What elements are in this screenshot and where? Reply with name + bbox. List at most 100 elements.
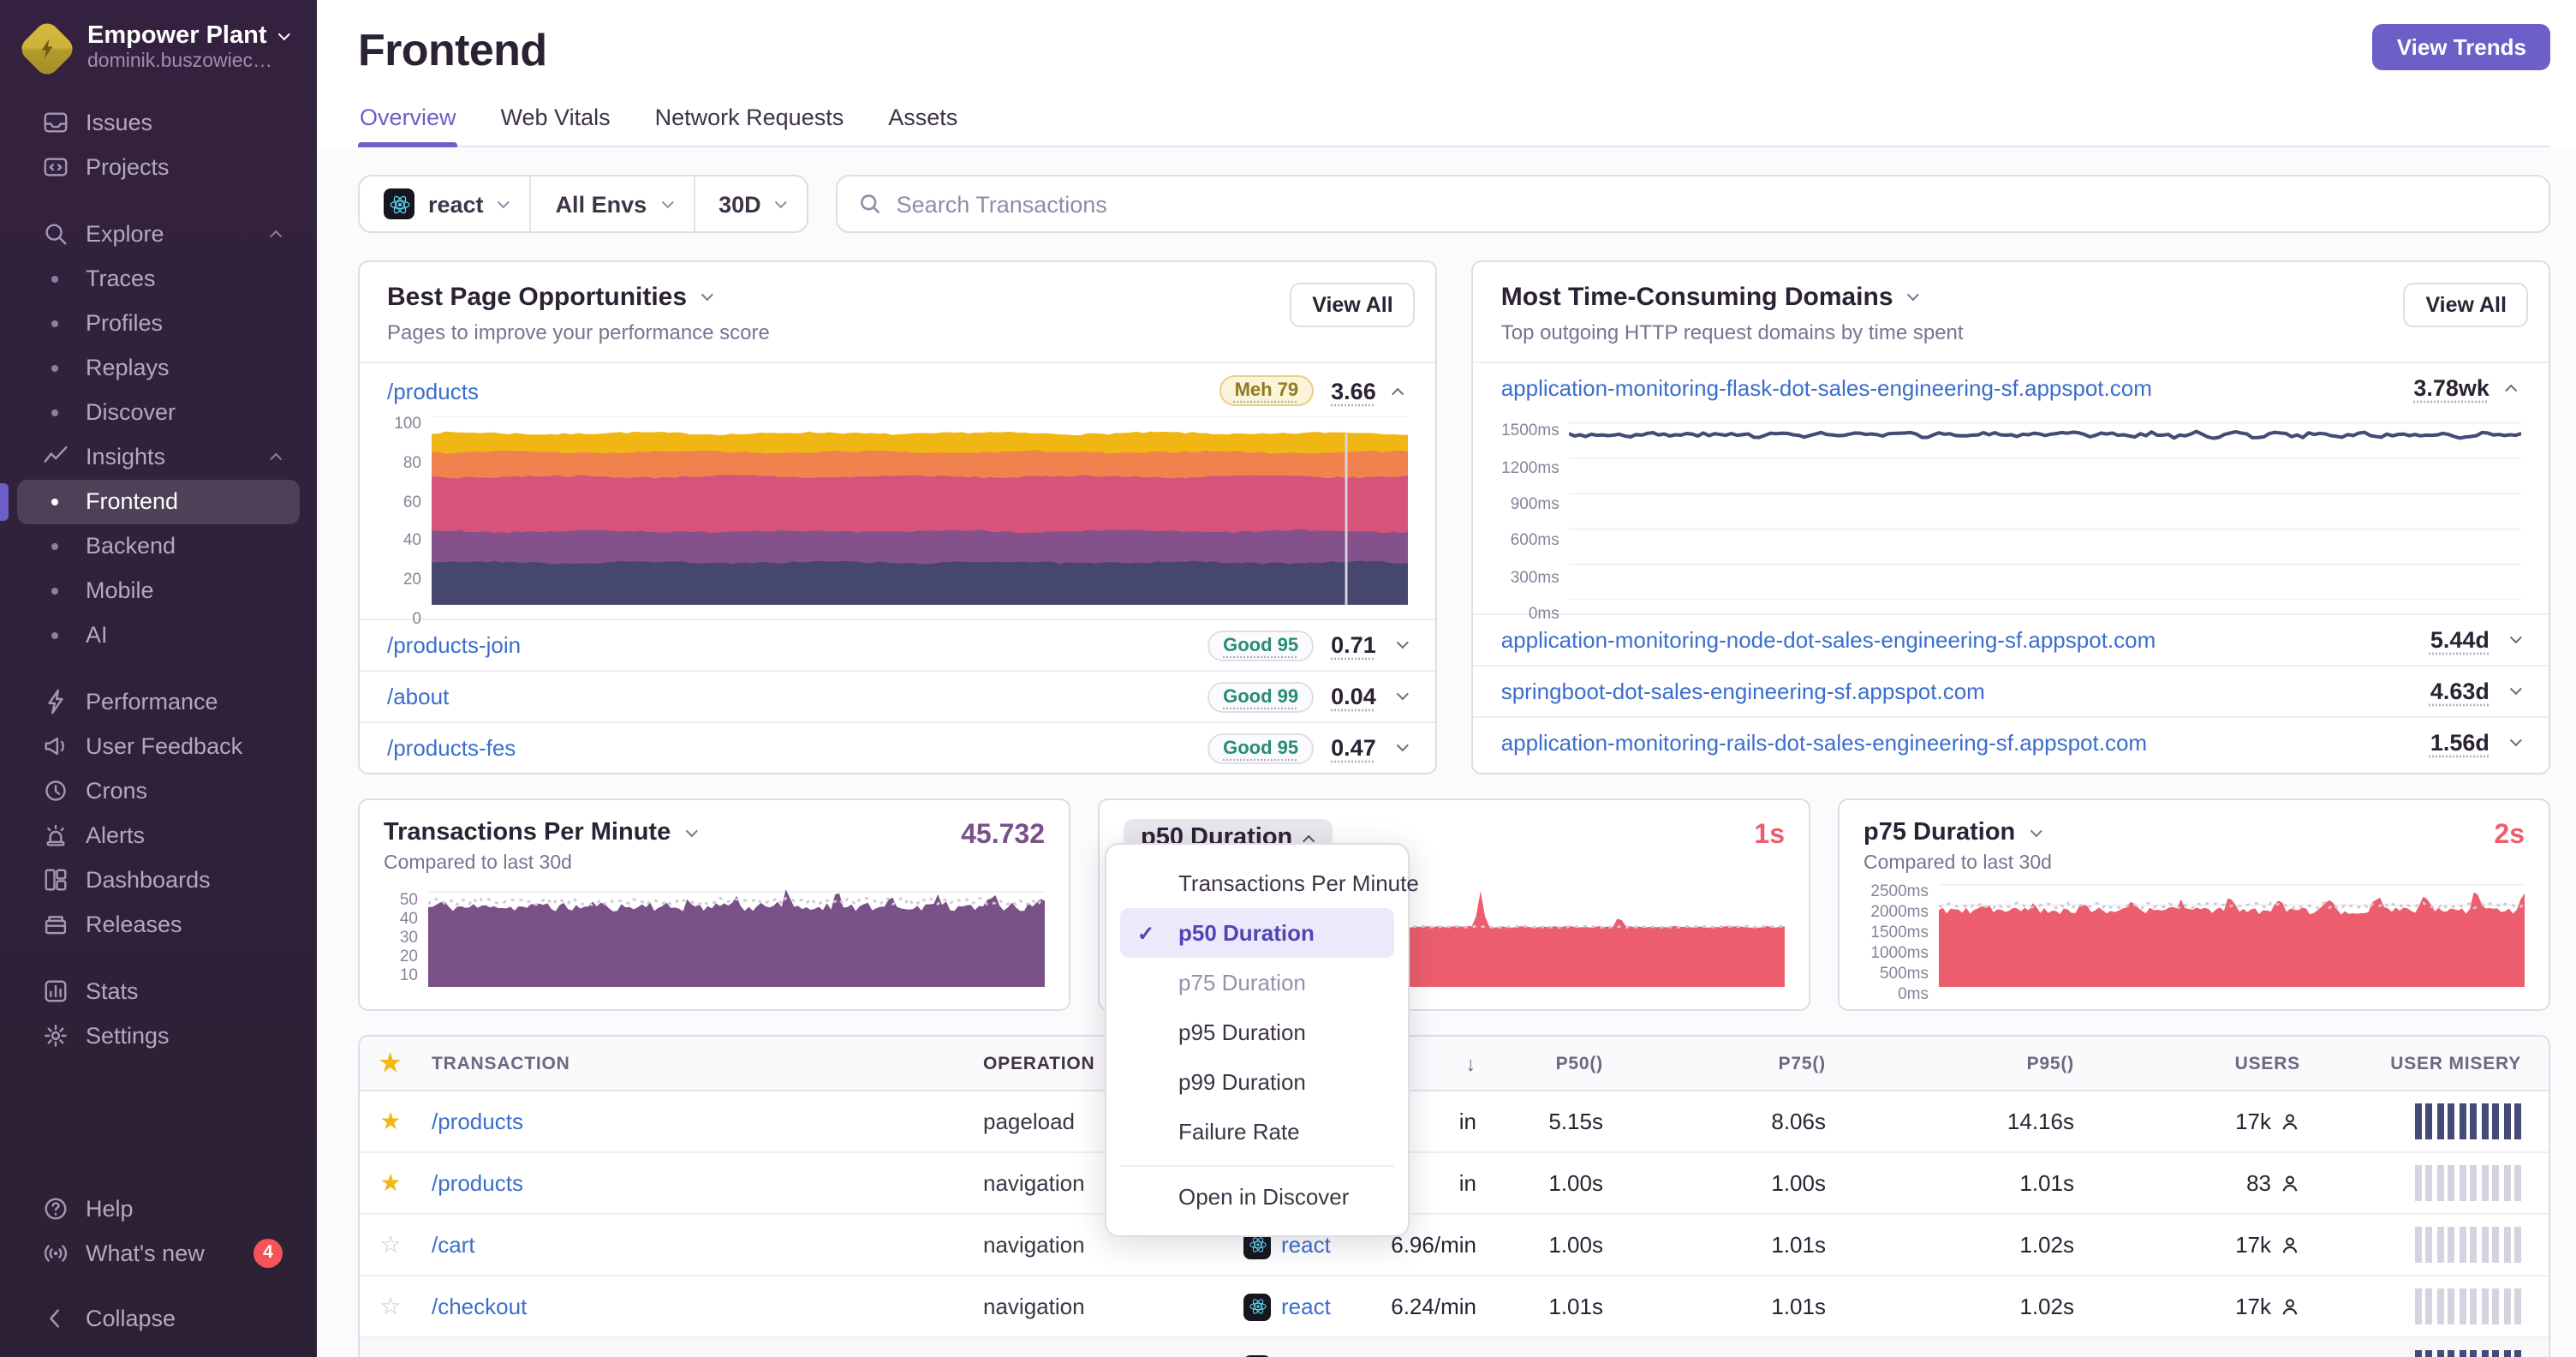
expand-row-button[interactable]	[1393, 637, 1410, 653]
star-toggle[interactable]: ☆	[360, 1354, 421, 1357]
transaction-link[interactable]: /checkout	[432, 1294, 527, 1319]
sidebar-item-performance[interactable]: Performance	[17, 680, 300, 725]
star-toggle[interactable]: ☆	[360, 1230, 421, 1259]
sidebar-item-insights[interactable]: Insights	[17, 435, 300, 480]
expand-row-button[interactable]	[1393, 688, 1410, 704]
domains-view-all-button[interactable]: View All	[2403, 283, 2529, 327]
menu-item-p99-duration[interactable]: p99 Duration	[1120, 1057, 1394, 1107]
user-icon	[2282, 1113, 2298, 1129]
view-trends-button[interactable]: View Trends	[2372, 24, 2550, 70]
domains-subtitle: Top outgoing HTTP request domains by tim…	[1500, 320, 1964, 344]
date-range-filter[interactable]: 30D	[693, 176, 808, 231]
user-misery-bars	[2314, 1103, 2549, 1139]
menu-item-p75-duration[interactable]: p75 Duration	[1120, 958, 1394, 1007]
tab-web-vitals[interactable]: Web Vitals	[499, 98, 612, 146]
sidebar-item-replays[interactable]: Replays	[17, 346, 300, 391]
menu-item-failure-rate[interactable]: Failure Rate	[1120, 1107, 1394, 1157]
sidebar-item-label: Profiles	[86, 310, 164, 337]
sidebar-item-label: User Feedback	[86, 733, 243, 760]
tab-network-requests[interactable]: Network Requests	[653, 98, 846, 146]
sidebar-item-ai[interactable]: AI	[17, 613, 300, 658]
table-row: ★/productspageloadreactin5.15s8.06s14.16…	[360, 1091, 2549, 1153]
column-header-p95[interactable]: P95()	[1826, 1053, 2074, 1073]
menu-item-p50-duration[interactable]: ✓ p50 Duration	[1120, 908, 1394, 958]
column-header-user-misery[interactable]: USER MISERY	[2314, 1053, 2549, 1073]
sidebar-item-settings[interactable]: Settings	[17, 1014, 300, 1059]
chevron-down-icon[interactable]	[2030, 824, 2042, 837]
expand-row-button[interactable]	[1393, 739, 1410, 756]
chevron-down-icon[interactable]	[701, 289, 713, 302]
table-row: ☆/cart navigation react 6.96/min 1.00s 1.01s 1…	[360, 1215, 2549, 1276]
search-transactions-input[interactable]	[896, 191, 2528, 217]
column-header-p50[interactable]: P50()	[1476, 1053, 1603, 1073]
header-star-icon[interactable]: ★	[360, 1049, 421, 1078]
transaction-link[interactable]: /products-join	[387, 632, 521, 658]
column-header-transaction[interactable]: TRANSACTION	[421, 1053, 963, 1073]
star-toggle[interactable]: ★	[360, 1169, 421, 1198]
env-filter[interactable]: All Envs	[529, 176, 694, 231]
chevron-down-icon[interactable]	[1907, 289, 1920, 302]
sidebar-item-traces[interactable]: Traces	[17, 257, 300, 302]
project-link[interactable]: react	[1281, 1294, 1331, 1319]
star-toggle[interactable]: ☆	[360, 1292, 421, 1321]
transaction-link[interactable]: /about	[387, 684, 449, 709]
domain-link[interactable]: application-monitoring-flask-dot-sales-e…	[1501, 375, 2152, 401]
sidebar-item-profiles[interactable]: Profiles	[17, 302, 300, 346]
sidebar-item-collapse[interactable]: Collapse	[17, 1295, 300, 1340]
transaction-link[interactable]: /products	[387, 378, 479, 404]
column-header-users[interactable]: USERS	[2074, 1053, 2314, 1073]
user-misery-bars	[2314, 1288, 2549, 1324]
sidebar-item-issues[interactable]: Issues	[17, 101, 300, 146]
sidebar-item-backend[interactable]: Backend	[17, 524, 300, 569]
domain-time-value: 5.44d	[2430, 627, 2490, 653]
bullet-icon	[41, 409, 69, 416]
chevron-down-icon[interactable]	[684, 824, 698, 837]
domain-link[interactable]: springboot-dot-sales-engineering-sf.apps…	[1501, 678, 1985, 704]
menu-item-p95-duration[interactable]: p95 Duration	[1120, 1007, 1394, 1057]
tpm-chart: 50 40 30 20 10	[384, 881, 1045, 987]
sidebar-item-stats[interactable]: Stats	[17, 970, 300, 1014]
metric-dropdown-menu: Transactions Per Minute ✓ p50 Duration p75 …	[1105, 843, 1419, 1237]
score-badge: Meh 79	[1219, 375, 1315, 406]
expand-row-button[interactable]	[2507, 734, 2523, 750]
org-switcher[interactable]: Empower Plant dominik.buszowiec…	[0, 0, 317, 91]
collapse-row-button[interactable]	[1392, 383, 1409, 399]
sidebar-item-alerts[interactable]: Alerts	[17, 814, 300, 858]
sidebar-item-discover[interactable]: Discover	[17, 391, 300, 435]
page-content: react All Envs 30D Search Transactions B…	[317, 147, 2576, 1357]
menu-item-open-in-discover[interactable]: Open in Discover	[1120, 1165, 1394, 1222]
tab-overview[interactable]: Overview	[358, 98, 459, 147]
star-toggle[interactable]: ★	[360, 1107, 421, 1136]
sidebar-item-releases[interactable]: Releases	[17, 903, 300, 948]
sidebar-item-explore[interactable]: Explore	[17, 212, 300, 257]
sidebar-item-what-s-new[interactable]: What's new 4	[17, 1230, 300, 1275]
transaction-link[interactable]: /products-fes	[387, 735, 516, 761]
tab-assets[interactable]: Assets	[886, 98, 959, 146]
sidebar-item-frontend[interactable]: Frontend	[0, 479, 300, 524]
best-pages-view-all-button[interactable]: View All	[1290, 283, 1416, 327]
domain-link[interactable]: application-monitoring-node-dot-sales-en…	[1501, 627, 2156, 653]
transaction-link[interactable]: /products	[432, 1170, 523, 1196]
issues-icon	[43, 113, 67, 134]
sidebar-item-label: What's new	[86, 1240, 205, 1265]
collapse-row-button[interactable]	[2506, 380, 2522, 397]
sidebar-item-crons[interactable]: Crons	[17, 769, 300, 814]
expand-row-button[interactable]	[2507, 631, 2523, 648]
project-filter-value: react	[428, 191, 484, 217]
sidebar: Empower Plant dominik.buszowiec… Issues P…	[0, 0, 317, 1357]
page-filters: react All Envs 30D	[358, 175, 809, 233]
react-project-icon	[384, 188, 414, 219]
sidebar-item-dashboards[interactable]: Dashboards	[17, 858, 300, 903]
domain-link[interactable]: application-monitoring-rails-dot-sales-e…	[1501, 730, 2147, 756]
transaction-link[interactable]: /cart	[432, 1232, 475, 1258]
project-filter[interactable]: react	[360, 176, 530, 231]
sidebar-item-projects[interactable]: Projects	[17, 146, 300, 190]
sidebar-item-mobile[interactable]: Mobile	[17, 569, 300, 613]
menu-item-transactions-per-minute[interactable]: Transactions Per Minute	[1120, 858, 1419, 908]
expand-row-button[interactable]	[2507, 683, 2523, 699]
sidebar-item-user-feedback[interactable]: User Feedback	[17, 725, 300, 769]
column-header-p75[interactable]: P75()	[1603, 1053, 1826, 1073]
transaction-link[interactable]: /products	[432, 1109, 523, 1134]
sidebar-item-label: Releases	[86, 912, 182, 938]
sidebar-item-help[interactable]: Help	[17, 1186, 300, 1230]
